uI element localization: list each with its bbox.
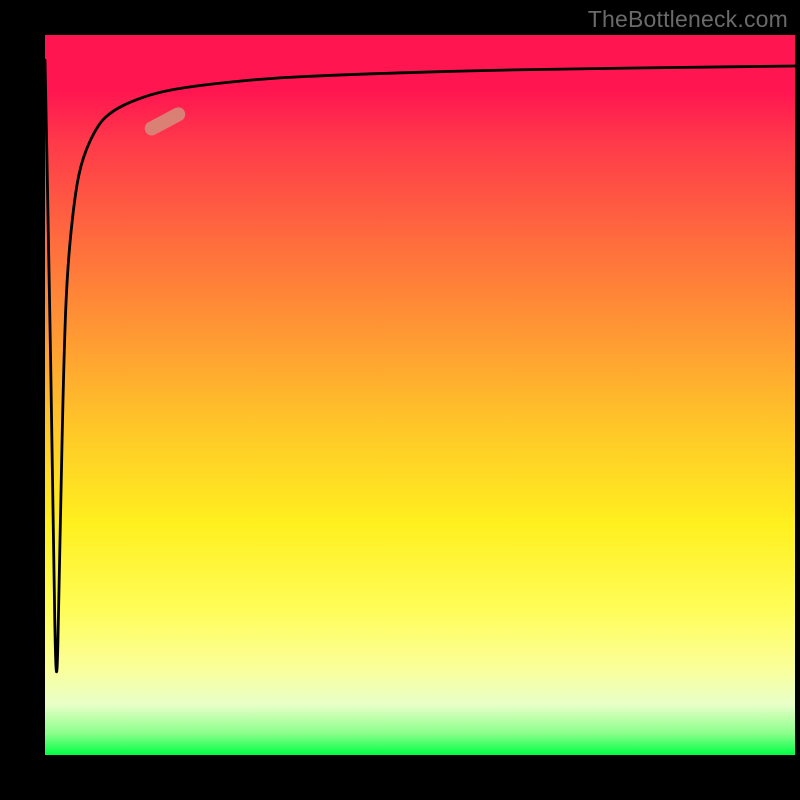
highlighted-marker	[142, 105, 187, 138]
chart-svg	[45, 35, 795, 755]
bottleneck-curve	[45, 60, 795, 672]
plot-area	[45, 35, 795, 755]
watermark-text: TheBottleneck.com	[588, 6, 788, 33]
